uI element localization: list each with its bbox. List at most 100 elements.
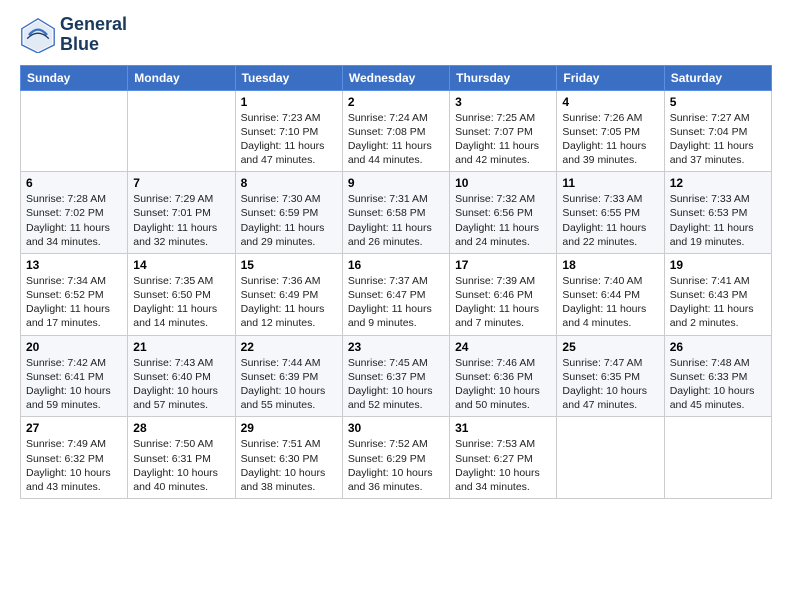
day-number: 15 (241, 258, 337, 272)
day-info: Sunrise: 7:47 AM Sunset: 6:35 PM Dayligh… (562, 356, 658, 413)
day-number: 21 (133, 340, 229, 354)
day-info: Sunrise: 7:48 AM Sunset: 6:33 PM Dayligh… (670, 356, 766, 413)
day-number: 29 (241, 421, 337, 435)
calendar-day-cell: 5 Sunrise: 7:27 AM Sunset: 7:04 PM Daylig… (664, 90, 771, 172)
day-info: Sunrise: 7:50 AM Sunset: 6:31 PM Dayligh… (133, 437, 229, 494)
day-info: Sunrise: 7:39 AM Sunset: 6:46 PM Dayligh… (455, 274, 551, 331)
day-number: 9 (348, 176, 444, 190)
calendar-day-cell: 7 Sunrise: 7:29 AM Sunset: 7:01 PM Daylig… (128, 172, 235, 254)
calendar-day-cell: 24 Sunrise: 7:46 AM Sunset: 6:36 PM Dayli… (450, 335, 557, 417)
calendar-week-row: 13Sunrise: 7:34 AM Sunset: 6:52 PM Dayli… (21, 253, 772, 335)
day-info: Sunrise: 7:45 AM Sunset: 6:37 PM Dayligh… (348, 356, 444, 413)
day-number: 28 (133, 421, 229, 435)
day-info: Sunrise: 7:33 AM Sunset: 6:53 PM Dayligh… (670, 192, 766, 249)
calendar-header-row: SundayMondayTuesdayWednesdayThursdayFrid… (21, 65, 772, 90)
calendar-day-cell: 23 Sunrise: 7:45 AM Sunset: 6:37 PM Dayli… (342, 335, 449, 417)
day-info: Sunrise: 7:40 AM Sunset: 6:44 PM Dayligh… (562, 274, 658, 331)
calendar-week-row: 20Sunrise: 7:42 AM Sunset: 6:41 PM Dayli… (21, 335, 772, 417)
day-info: Sunrise: 7:43 AM Sunset: 6:40 PM Dayligh… (133, 356, 229, 413)
calendar-table: SundayMondayTuesdayWednesdayThursdayFrid… (20, 65, 772, 499)
day-number: 4 (562, 95, 658, 109)
calendar-day-cell: 28 Sunrise: 7:50 AM Sunset: 6:31 PM Dayli… (128, 417, 235, 499)
day-info: Sunrise: 7:33 AM Sunset: 6:55 PM Dayligh… (562, 192, 658, 249)
day-number: 23 (348, 340, 444, 354)
calendar-day-header: Friday (557, 65, 664, 90)
day-number: 25 (562, 340, 658, 354)
calendar-week-row: 6 Sunrise: 7:28 AM Sunset: 7:02 PM Daylig… (21, 172, 772, 254)
day-number: 7 (133, 176, 229, 190)
day-info: Sunrise: 7:41 AM Sunset: 6:43 PM Dayligh… (670, 274, 766, 331)
header: General Blue (20, 15, 772, 55)
day-number: 14 (133, 258, 229, 272)
day-info: Sunrise: 7:32 AM Sunset: 6:56 PM Dayligh… (455, 192, 551, 249)
calendar-day-header: Tuesday (235, 65, 342, 90)
calendar-day-cell: 30 Sunrise: 7:52 AM Sunset: 6:29 PM Dayli… (342, 417, 449, 499)
calendar-week-row: 1 Sunrise: 7:23 AM Sunset: 7:10 PM Daylig… (21, 90, 772, 172)
calendar-day-cell: 13Sunrise: 7:34 AM Sunset: 6:52 PM Dayli… (21, 253, 128, 335)
calendar-day-cell: 31Sunrise: 7:53 AM Sunset: 6:27 PM Dayli… (450, 417, 557, 499)
calendar-day-cell: 17Sunrise: 7:39 AM Sunset: 6:46 PM Dayli… (450, 253, 557, 335)
calendar-day-cell: 22Sunrise: 7:44 AM Sunset: 6:39 PM Dayli… (235, 335, 342, 417)
calendar-day-cell: 21 Sunrise: 7:43 AM Sunset: 6:40 PM Dayli… (128, 335, 235, 417)
day-info: Sunrise: 7:28 AM Sunset: 7:02 PM Dayligh… (26, 192, 122, 249)
day-info: Sunrise: 7:26 AM Sunset: 7:05 PM Dayligh… (562, 111, 658, 168)
day-info: Sunrise: 7:46 AM Sunset: 6:36 PM Dayligh… (455, 356, 551, 413)
day-info: Sunrise: 7:25 AM Sunset: 7:07 PM Dayligh… (455, 111, 551, 168)
day-info: Sunrise: 7:35 AM Sunset: 6:50 PM Dayligh… (133, 274, 229, 331)
calendar-day-cell: 16 Sunrise: 7:37 AM Sunset: 6:47 PM Dayli… (342, 253, 449, 335)
calendar-day-cell (128, 90, 235, 172)
day-number: 30 (348, 421, 444, 435)
day-info: Sunrise: 7:42 AM Sunset: 6:41 PM Dayligh… (26, 356, 122, 413)
day-number: 1 (241, 95, 337, 109)
calendar-day-header: Thursday (450, 65, 557, 90)
calendar-day-cell: 10 Sunrise: 7:32 AM Sunset: 6:56 PM Dayli… (450, 172, 557, 254)
day-number: 22 (241, 340, 337, 354)
calendar-day-cell: 26 Sunrise: 7:48 AM Sunset: 6:33 PM Dayli… (664, 335, 771, 417)
day-info: Sunrise: 7:29 AM Sunset: 7:01 PM Dayligh… (133, 192, 229, 249)
day-info: Sunrise: 7:34 AM Sunset: 6:52 PM Dayligh… (26, 274, 122, 331)
calendar-day-cell: 12 Sunrise: 7:33 AM Sunset: 6:53 PM Dayli… (664, 172, 771, 254)
logo-text: General Blue (60, 15, 127, 55)
day-number: 24 (455, 340, 551, 354)
logo-icon (20, 17, 56, 53)
day-number: 6 (26, 176, 122, 190)
day-info: Sunrise: 7:53 AM Sunset: 6:27 PM Dayligh… (455, 437, 551, 494)
calendar-day-cell: 29Sunrise: 7:51 AM Sunset: 6:30 PM Dayli… (235, 417, 342, 499)
day-number: 5 (670, 95, 766, 109)
calendar-day-cell (21, 90, 128, 172)
day-number: 18 (562, 258, 658, 272)
calendar-day-cell (664, 417, 771, 499)
day-info: Sunrise: 7:30 AM Sunset: 6:59 PM Dayligh… (241, 192, 337, 249)
day-number: 10 (455, 176, 551, 190)
day-info: Sunrise: 7:52 AM Sunset: 6:29 PM Dayligh… (348, 437, 444, 494)
calendar-day-header: Wednesday (342, 65, 449, 90)
day-info: Sunrise: 7:27 AM Sunset: 7:04 PM Dayligh… (670, 111, 766, 168)
day-info: Sunrise: 7:23 AM Sunset: 7:10 PM Dayligh… (241, 111, 337, 168)
calendar-day-cell: 15 Sunrise: 7:36 AM Sunset: 6:49 PM Dayli… (235, 253, 342, 335)
day-number: 16 (348, 258, 444, 272)
day-number: 11 (562, 176, 658, 190)
calendar-day-header: Sunday (21, 65, 128, 90)
calendar-day-cell: 1 Sunrise: 7:23 AM Sunset: 7:10 PM Daylig… (235, 90, 342, 172)
calendar-day-cell: 4 Sunrise: 7:26 AM Sunset: 7:05 PM Daylig… (557, 90, 664, 172)
calendar-day-cell: 8Sunrise: 7:30 AM Sunset: 6:59 PM Daylig… (235, 172, 342, 254)
calendar-day-cell: 6 Sunrise: 7:28 AM Sunset: 7:02 PM Daylig… (21, 172, 128, 254)
logo: General Blue (20, 15, 127, 55)
page: General Blue SundayMondayTuesdayWednesda… (0, 0, 792, 509)
calendar-day-header: Saturday (664, 65, 771, 90)
calendar-day-cell: 18 Sunrise: 7:40 AM Sunset: 6:44 PM Dayli… (557, 253, 664, 335)
day-number: 27 (26, 421, 122, 435)
day-info: Sunrise: 7:36 AM Sunset: 6:49 PM Dayligh… (241, 274, 337, 331)
day-number: 12 (670, 176, 766, 190)
calendar-day-cell: 19 Sunrise: 7:41 AM Sunset: 6:43 PM Dayli… (664, 253, 771, 335)
day-number: 26 (670, 340, 766, 354)
calendar-day-cell (557, 417, 664, 499)
calendar-day-cell: 27Sunrise: 7:49 AM Sunset: 6:32 PM Dayli… (21, 417, 128, 499)
calendar-day-cell: 9Sunrise: 7:31 AM Sunset: 6:58 PM Daylig… (342, 172, 449, 254)
day-number: 19 (670, 258, 766, 272)
day-number: 3 (455, 95, 551, 109)
day-info: Sunrise: 7:37 AM Sunset: 6:47 PM Dayligh… (348, 274, 444, 331)
calendar-day-cell: 3 Sunrise: 7:25 AM Sunset: 7:07 PM Daylig… (450, 90, 557, 172)
calendar-day-cell: 11 Sunrise: 7:33 AM Sunset: 6:55 PM Dayli… (557, 172, 664, 254)
calendar-day-cell: 14 Sunrise: 7:35 AM Sunset: 6:50 PM Dayli… (128, 253, 235, 335)
